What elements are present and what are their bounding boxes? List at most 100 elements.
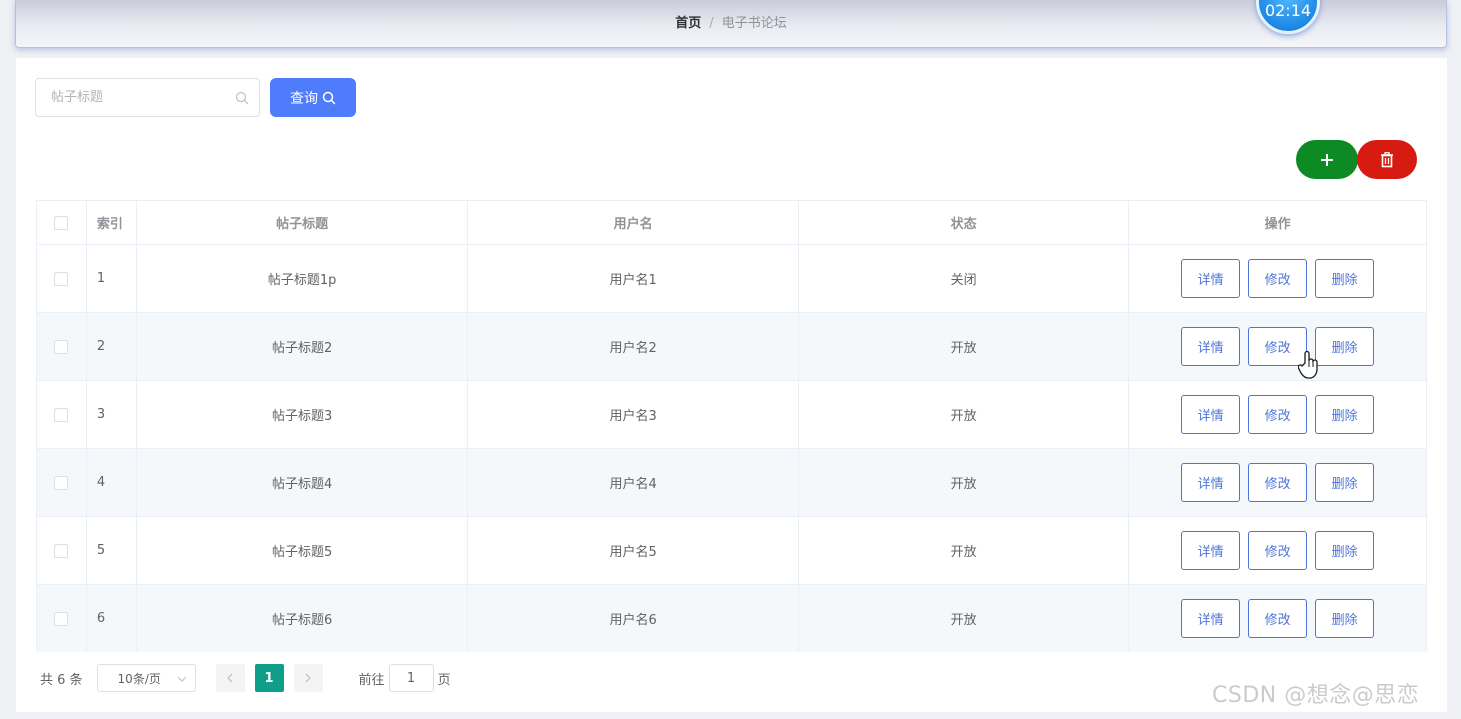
watermark: CSDN @想念@思恋 — [1212, 683, 1420, 708]
row-title: 帖子标题3 — [137, 381, 469, 448]
row-username: 用户名4 — [468, 449, 799, 516]
row-checkbox[interactable] — [54, 611, 69, 626]
detail-button[interactable]: 详情 — [1181, 259, 1241, 298]
table-row: 5 帖子标题5 用户名5 开放 详情 修改 删除 — [37, 516, 1426, 584]
column-header-actions: 操作 — [1264, 217, 1291, 232]
row-title: 帖子标题5 — [137, 517, 469, 584]
chevron-left-icon — [227, 673, 233, 683]
row-title: 帖子标题4 — [137, 449, 469, 516]
row-checkbox-cell — [37, 313, 87, 380]
goto-page-input[interactable] — [388, 664, 434, 692]
table-header: 索引 帖子标题 用户名 状态 操作 — [37, 201, 1426, 244]
row-checkbox-cell — [37, 585, 87, 652]
row-actions: 详情 修改 删除 — [1129, 517, 1426, 584]
plus-icon — [1321, 153, 1333, 166]
edit-button[interactable]: 修改 — [1248, 259, 1308, 298]
detail-button[interactable]: 详情 — [1181, 531, 1241, 570]
detail-button[interactable]: 详情 — [1181, 463, 1241, 502]
row-username: 用户名1 — [468, 245, 799, 312]
detail-button[interactable]: 详情 — [1181, 395, 1241, 434]
edit-button[interactable]: 修改 — [1248, 395, 1308, 434]
column-header-username: 用户名 — [468, 201, 799, 244]
row-actions: 详情 修改 删除 — [1129, 449, 1426, 516]
row-checkbox[interactable] — [54, 339, 69, 354]
pagination-total: 共 6 条 — [40, 672, 83, 688]
row-index: 6 — [87, 585, 137, 652]
page-number-current[interactable]: 1 — [254, 664, 284, 692]
table-body: 1 帖子标题1p 用户名1 关闭 详情 修改 删除 2 帖子标题2 用户名2 开… — [37, 244, 1426, 652]
row-actions: 详情 修改 删除 — [1129, 585, 1426, 652]
page-size-select[interactable]: 10条/页 — [96, 664, 196, 692]
column-header-index: 索引 — [87, 201, 137, 244]
row-checkbox[interactable] — [54, 271, 69, 286]
row-index: 4 — [87, 449, 137, 516]
table-row: 3 帖子标题3 用户名3 开放 详情 修改 删除 — [37, 380, 1426, 448]
edit-button[interactable]: 修改 — [1248, 463, 1308, 502]
table-row: 1 帖子标题1p 用户名1 关闭 详情 修改 删除 — [37, 244, 1426, 312]
column-header-status: 状态 — [799, 201, 1130, 244]
chevron-down-icon — [177, 676, 186, 682]
row-checkbox[interactable] — [54, 543, 69, 558]
delete-button[interactable]: 删除 — [1315, 599, 1375, 638]
goto-label: 前往 — [358, 672, 385, 688]
row-checkbox-cell — [37, 517, 87, 584]
main-panel: 查询 索引 帖子标题 用户名 状态 操作 — [16, 58, 1447, 712]
pagination: 共 6 条 10条/页 1 前往 页 — [40, 664, 451, 692]
row-status: 开放 — [799, 517, 1130, 584]
row-actions: 详情 修改 删除 — [1129, 381, 1426, 448]
select-all-checkbox[interactable] — [54, 215, 69, 230]
edit-button[interactable]: 修改 — [1248, 531, 1308, 570]
breadcrumb-separator: / — [709, 16, 714, 31]
query-button-label: 查询 — [290, 89, 318, 106]
row-username: 用户名3 — [468, 381, 799, 448]
detail-button[interactable]: 详情 — [1181, 327, 1241, 366]
row-title: 帖子标题1p — [137, 245, 469, 312]
detail-button[interactable]: 详情 — [1181, 599, 1241, 638]
row-index: 1 — [87, 245, 137, 312]
goto-page: 前往 页 — [359, 664, 451, 692]
row-checkbox-cell — [37, 381, 87, 448]
row-status: 开放 — [799, 313, 1130, 380]
delete-button[interactable]: 删除 — [1315, 327, 1375, 366]
batch-delete-button[interactable] — [1357, 140, 1417, 179]
delete-button[interactable]: 删除 — [1315, 463, 1375, 502]
prev-page-button[interactable] — [215, 664, 245, 692]
delete-button[interactable]: 删除 — [1315, 395, 1375, 434]
chevron-right-icon — [305, 673, 311, 683]
posts-table: 索引 帖子标题 用户名 状态 操作 1 帖子标题1p 用户名1 关闭 详情 修改… — [36, 200, 1427, 652]
search-input[interactable] — [36, 79, 226, 116]
breadcrumb-home[interactable]: 首页 — [675, 16, 701, 31]
search-box[interactable] — [35, 78, 260, 117]
row-checkbox[interactable] — [54, 407, 69, 422]
top-header-bar: 首页 / 电子书论坛 02:14 — [15, 0, 1447, 48]
row-username: 用户名2 — [468, 313, 799, 380]
delete-button[interactable]: 删除 — [1315, 531, 1375, 570]
row-status: 开放 — [799, 585, 1130, 652]
search-icon — [322, 91, 336, 104]
add-button[interactable] — [1296, 140, 1358, 179]
row-title: 帖子标题2 — [137, 313, 469, 380]
table-row: 2 帖子标题2 用户名2 开放 详情 修改 删除 — [37, 312, 1426, 380]
edit-button[interactable]: 修改 — [1248, 599, 1308, 638]
breadcrumb-current: 电子书论坛 — [721, 16, 787, 31]
table-row: 6 帖子标题6 用户名6 开放 详情 修改 删除 — [37, 584, 1426, 652]
row-index: 3 — [87, 381, 137, 448]
row-checkbox-cell — [37, 245, 87, 312]
row-checkbox[interactable] — [54, 475, 69, 490]
column-header-title: 帖子标题 — [137, 201, 469, 244]
row-actions: 详情 修改 删除 — [1129, 245, 1426, 312]
search-icon — [235, 91, 249, 105]
hand-pointer-icon — [1298, 350, 1318, 379]
trash-icon — [1381, 151, 1393, 167]
next-page-button[interactable] — [293, 664, 323, 692]
row-title: 帖子标题6 — [137, 585, 469, 652]
row-username: 用户名6 — [468, 585, 799, 652]
delete-button[interactable]: 删除 — [1315, 259, 1375, 298]
page-size-value: 10条/页 — [117, 671, 161, 686]
query-button[interactable]: 查询 — [270, 78, 356, 117]
row-actions: 详情 修改 删除 — [1129, 313, 1426, 380]
row-status: 开放 — [799, 449, 1130, 516]
header-checkbox-cell — [37, 201, 87, 244]
breadcrumb: 首页 / 电子书论坛 — [16, 15, 1446, 33]
row-username: 用户名5 — [468, 517, 799, 584]
